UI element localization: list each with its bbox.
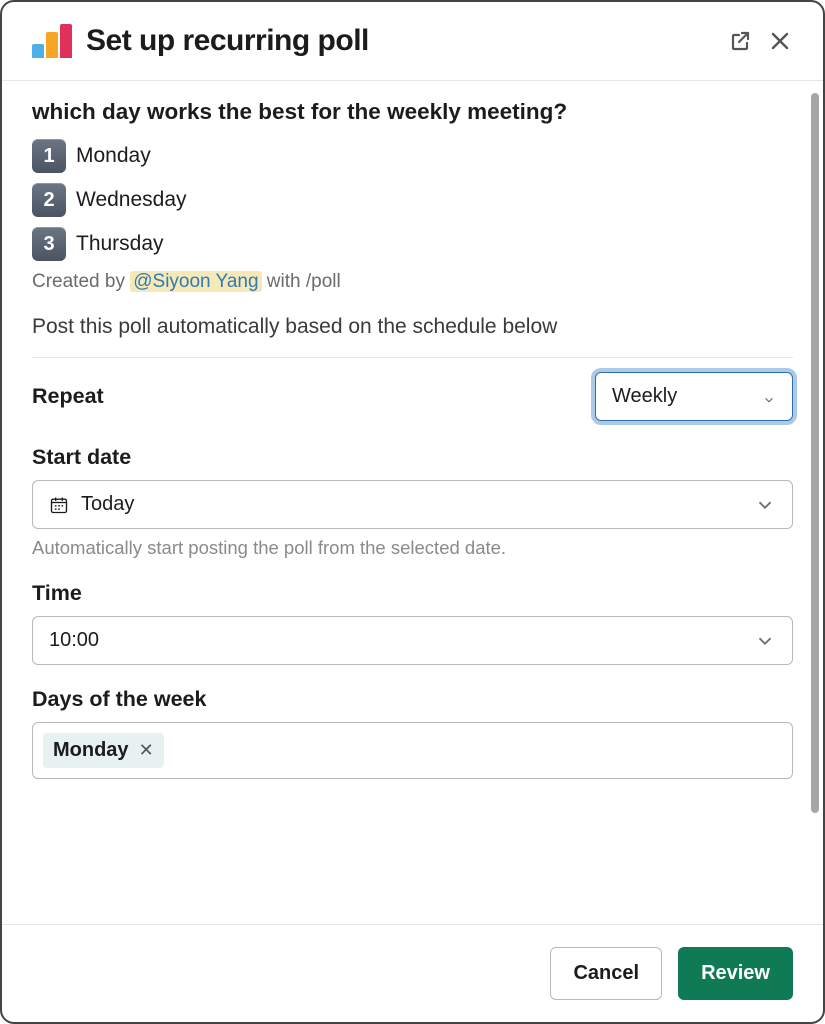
time-label: Time <box>32 581 793 606</box>
option-label: Wednesday <box>76 188 187 212</box>
days-multiselect[interactable]: Monday ✕ <box>32 722 793 779</box>
poll-app-logo <box>32 24 72 58</box>
chevron-down-icon <box>762 390 776 404</box>
day-tag-label: Monday <box>53 739 129 762</box>
day-tag: Monday ✕ <box>43 733 164 768</box>
poll-option: 1 Monday <box>32 139 793 173</box>
repeat-value: Weekly <box>612 385 677 408</box>
poll-question: which day works the best for the weekly … <box>32 99 793 125</box>
time-select[interactable]: 10:00 <box>32 616 793 665</box>
remove-tag-icon[interactable]: ✕ <box>139 740 154 761</box>
open-external-icon[interactable] <box>727 28 753 54</box>
divider <box>32 357 793 358</box>
poll-option: 3 Thursday <box>32 227 793 261</box>
option-label: Monday <box>76 144 151 168</box>
scrollbar-thumb[interactable] <box>811 93 819 813</box>
poll-option: 2 Wednesday <box>32 183 793 217</box>
modal-footer: Cancel Review <box>2 924 823 1022</box>
created-by-text: Created by @Siyoon Yang with /poll <box>32 271 793 293</box>
option-number-icon: 1 <box>32 139 66 173</box>
calendar-icon <box>49 495 69 515</box>
start-date-select[interactable]: Today <box>32 480 793 529</box>
chevron-down-icon <box>754 630 776 652</box>
modal-title: Set up recurring poll <box>86 24 713 58</box>
recurring-poll-modal: Set up recurring poll which day works th… <box>0 0 825 1024</box>
logo-bar-3 <box>60 24 72 58</box>
repeat-select[interactable]: Weekly <box>595 372 793 421</box>
created-prefix: Created by <box>32 271 130 292</box>
review-button[interactable]: Review <box>678 947 793 1000</box>
cancel-button[interactable]: Cancel <box>550 947 662 1000</box>
start-date-hint: Automatically start posting the poll fro… <box>32 537 793 559</box>
days-label: Days of the week <box>32 687 793 712</box>
time-block: Time 10:00 <box>32 581 793 665</box>
start-date-value: Today <box>81 493 134 516</box>
schedule-description: Post this poll automatically based on th… <box>32 315 793 349</box>
option-number-icon: 2 <box>32 183 66 217</box>
start-date-block: Start date Today Automatically start pos… <box>32 445 793 559</box>
close-icon[interactable] <box>767 28 793 54</box>
modal-header: Set up recurring poll <box>2 2 823 81</box>
poll-options: 1 Monday 2 Wednesday 3 Thursday <box>32 139 793 261</box>
days-block: Days of the week Monday ✕ <box>32 687 793 779</box>
logo-bar-2 <box>46 32 58 58</box>
chevron-down-icon <box>754 494 776 516</box>
option-number-icon: 3 <box>32 227 66 261</box>
created-suffix: with /poll <box>262 271 341 292</box>
repeat-row: Repeat Weekly <box>32 372 793 421</box>
start-date-label: Start date <box>32 445 793 470</box>
repeat-label: Repeat <box>32 384 104 409</box>
time-value: 10:00 <box>49 629 99 652</box>
user-mention[interactable]: @Siyoon Yang <box>130 271 261 292</box>
option-label: Thursday <box>76 232 164 256</box>
logo-bar-1 <box>32 44 44 58</box>
modal-body: which day works the best for the weekly … <box>2 81 823 924</box>
